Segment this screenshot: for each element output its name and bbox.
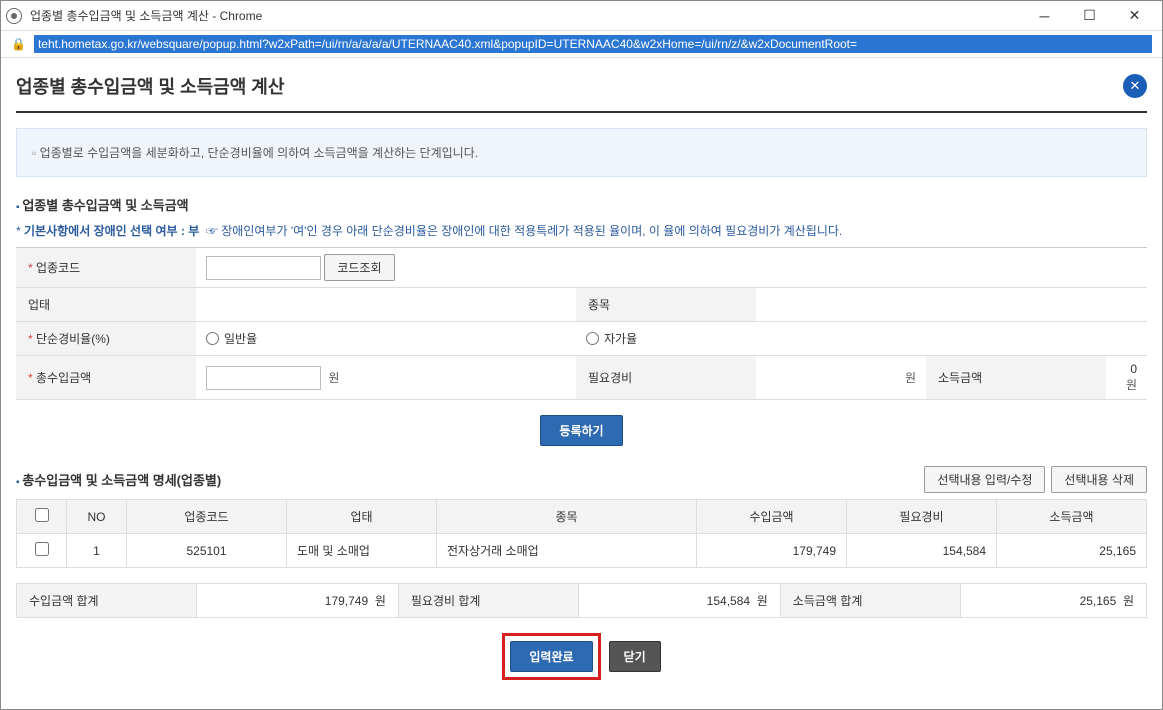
submit-highlight: 입력완료 [502, 633, 600, 680]
maximize-button[interactable]: ☐ [1067, 2, 1112, 30]
total-income-input[interactable] [206, 366, 321, 390]
divider [16, 111, 1147, 113]
summary-table: 수입금액 합계 179,749 원 필요경비 합계 154,584 원 소득금액… [16, 583, 1147, 618]
summary-income-value: 25,165 [1080, 594, 1117, 608]
info-box: 업종별로 수입금액을 세분화하고, 단순경비율에 의하여 소득금액을 계산하는 … [16, 128, 1147, 177]
income-value: 0 [1130, 362, 1137, 376]
label-expense: 필요경비 [576, 356, 756, 400]
table-row[interactable]: 1 525101 도매 및 소매업 전자상거래 소매업 179,749 154,… [17, 534, 1147, 568]
delete-selected-button[interactable]: 선택내용 삭제 [1051, 466, 1147, 493]
app-icon [6, 8, 22, 24]
submit-button[interactable]: 입력완료 [510, 641, 592, 672]
col-revenue: 수입금액 [697, 500, 847, 534]
disability-note: 기본사항에서 장애인 선택 여부 : 부 ☞ 장애인여부가 '여'인 경우 아래… [16, 222, 1147, 239]
url-bar: 🔒 teht.hometax.go.kr/websquare/popup.htm… [1, 31, 1162, 58]
cell-income: 25,165 [997, 534, 1147, 568]
value-item [756, 288, 1147, 322]
close-button[interactable]: 닫기 [609, 641, 661, 672]
summary-revenue-label: 수입금액 합계 [17, 584, 197, 618]
radio-self-rate[interactable]: 자가율 [586, 330, 637, 347]
minimize-button[interactable]: ─ [1022, 2, 1067, 30]
label-total-income: 총수입금액 [16, 356, 196, 400]
section1-title: 업종별 총수입금액 및 소득금액 [16, 195, 1147, 214]
radio-general-rate[interactable]: 일반율 [206, 330, 257, 347]
col-code: 업종코드 [127, 500, 287, 534]
label-income-amount: 소득금액 [926, 356, 1106, 400]
radio-general-input[interactable] [206, 332, 219, 345]
label-item: 종목 [576, 288, 756, 322]
cell-type: 도매 및 소매업 [287, 534, 437, 568]
details-table: NO 업종코드 업태 종목 수입금액 필요경비 소득금액 1 525101 도매… [16, 499, 1147, 568]
window-title: 업종별 총수입금액 및 소득금액 계산 - Chrome [30, 7, 1022, 24]
radio-self-input[interactable] [586, 332, 599, 345]
cell-code: 525101 [127, 534, 287, 568]
cell-no: 1 [67, 534, 127, 568]
select-all-checkbox[interactable] [35, 508, 49, 522]
lock-icon: 🔒 [11, 37, 26, 51]
summary-expense-value: 154,584 [707, 594, 750, 608]
input-form-table: 업종코드 코드조회 업태 종목 단순경비율(%) 일반율 [16, 247, 1147, 400]
edit-selected-button[interactable]: 선택내용 입력/수정 [924, 466, 1045, 493]
summary-revenue-value: 179,749 [325, 594, 368, 608]
value-biz-type [196, 288, 576, 322]
url-text[interactable]: teht.hometax.go.kr/websquare/popup.html?… [34, 35, 1152, 53]
page-title: 업종별 총수입금액 및 소득금액 계산 [16, 73, 1123, 99]
cell-expense: 154,584 [847, 534, 997, 568]
col-type: 업태 [287, 500, 437, 534]
label-biz-code: 업종코드 [16, 248, 196, 288]
code-lookup-button[interactable]: 코드조회 [324, 254, 394, 281]
label-biz-type: 업태 [16, 288, 196, 322]
section2-title: 총수입금액 및 소득금액 명세(업종별) [16, 470, 924, 489]
titlebar: 업종별 총수입금액 및 소득금액 계산 - Chrome ─ ☐ ✕ [1, 1, 1162, 31]
cell-revenue: 179,749 [697, 534, 847, 568]
cell-item: 전자상거래 소매업 [437, 534, 697, 568]
col-income: 소득금액 [997, 500, 1147, 534]
summary-income-label: 소득금액 합계 [780, 584, 960, 618]
col-no: NO [67, 500, 127, 534]
close-modal-button[interactable]: ✕ [1123, 74, 1147, 98]
close-window-button[interactable]: ✕ [1112, 2, 1157, 30]
label-simple-rate: 단순경비율(%) [16, 322, 196, 356]
col-item: 종목 [437, 500, 697, 534]
biz-code-input[interactable] [206, 256, 321, 280]
register-button[interactable]: 등록하기 [540, 415, 622, 446]
info-text: 업종별로 수입금액을 세분화하고, 단순경비율에 의하여 소득금액을 계산하는 … [32, 144, 1131, 161]
summary-expense-label: 필요경비 합계 [398, 584, 578, 618]
row-checkbox[interactable] [35, 542, 49, 556]
col-expense: 필요경비 [847, 500, 997, 534]
